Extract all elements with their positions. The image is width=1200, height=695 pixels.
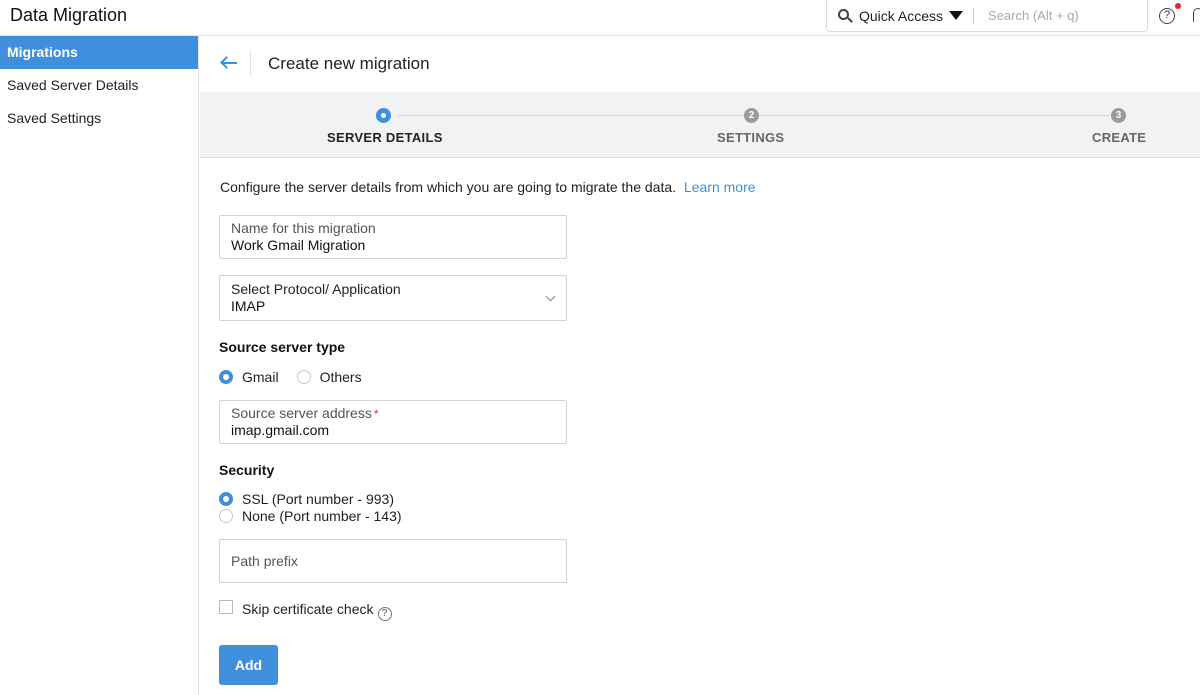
source-server-address-label-text: Source server address xyxy=(231,405,372,421)
radio-ssl-label[interactable]: SSL (Port number - 993) xyxy=(242,491,394,507)
radio-others[interactable] xyxy=(297,370,311,384)
security-title: Security xyxy=(219,462,274,478)
learn-more-link[interactable]: Learn more xyxy=(684,179,756,195)
help-icon[interactable]: ? xyxy=(378,607,392,621)
search-icon[interactable] xyxy=(837,8,853,24)
security-option-none: None (Port number - 143) xyxy=(219,508,402,524)
source-server-address-value[interactable]: imap.gmail.com xyxy=(231,422,329,438)
skip-certificate-checkbox[interactable] xyxy=(219,600,233,614)
help-icon[interactable]: ? xyxy=(1159,8,1175,24)
top-bar: Data Migration Quick Access ? xyxy=(0,0,1200,36)
quick-access-bar: Quick Access xyxy=(826,0,1148,32)
sidebar: Migrations Saved Server Details Saved Se… xyxy=(0,36,199,695)
sidebar-item-saved-settings[interactable]: Saved Settings xyxy=(0,102,198,135)
quick-access-label[interactable]: Quick Access xyxy=(859,8,943,24)
protocol-value[interactable]: IMAP xyxy=(231,298,265,314)
step-2-label: SETTINGS xyxy=(717,130,784,145)
chevron-down-icon[interactable] xyxy=(546,292,556,302)
migration-name-label: Name for this migration xyxy=(231,220,376,236)
path-prefix-field[interactable]: Path prefix xyxy=(219,539,567,583)
intro-text: Configure the server details from which … xyxy=(220,179,756,195)
radio-others-label[interactable]: Others xyxy=(320,369,362,385)
main-content: Create new migration SERVER DETAILS 2 SE… xyxy=(200,36,1200,695)
step-connector xyxy=(758,115,1110,116)
protocol-select[interactable]: Select Protocol/ Application IMAP xyxy=(219,275,567,321)
migration-name-value[interactable]: Work Gmail Migration xyxy=(231,237,365,253)
radio-ssl[interactable] xyxy=(219,492,233,506)
skip-certificate-text[interactable]: Skip certificate check xyxy=(242,601,374,617)
protocol-label: Select Protocol/ Application xyxy=(231,281,401,297)
add-button[interactable]: Add xyxy=(219,645,278,685)
step-1-label: SERVER DETAILS xyxy=(327,130,443,145)
caret-down-icon[interactable] xyxy=(949,11,963,20)
bell-icon[interactable] xyxy=(1193,8,1200,22)
radio-none-label[interactable]: None (Port number - 143) xyxy=(242,508,402,524)
radio-none[interactable] xyxy=(219,509,233,523)
page-title: Create new migration xyxy=(268,54,430,74)
step-3-label: CREATE xyxy=(1092,130,1146,145)
divider xyxy=(973,8,974,24)
migration-name-field[interactable]: Name for this migration Work Gmail Migra… xyxy=(219,215,567,259)
divider xyxy=(250,50,251,76)
stepper: SERVER DETAILS 2 SETTINGS 3 CREATE xyxy=(200,92,1200,158)
path-prefix-placeholder[interactable]: Path prefix xyxy=(231,553,298,569)
source-server-type-title: Source server type xyxy=(219,339,345,355)
step-2-indicator: 2 xyxy=(744,108,759,123)
source-server-address-field[interactable]: Source server address* imap.gmail.com xyxy=(219,400,567,444)
back-arrow-icon[interactable] xyxy=(220,54,238,72)
app-title: Data Migration xyxy=(10,5,127,26)
step-3-indicator: 3 xyxy=(1111,108,1126,123)
radio-gmail-label[interactable]: Gmail xyxy=(242,369,279,385)
skip-certificate-label[interactable]: Skip certificate check? xyxy=(242,601,392,621)
source-type-radio-group: Gmail Others xyxy=(219,369,362,385)
radio-gmail[interactable] xyxy=(219,370,233,384)
page-header: Create new migration xyxy=(200,36,1200,92)
source-server-address-label: Source server address* xyxy=(231,405,379,421)
global-search-input[interactable] xyxy=(988,8,1138,23)
security-option-ssl: SSL (Port number - 993) xyxy=(219,491,394,507)
step-1-indicator xyxy=(376,108,391,123)
sidebar-item-migrations[interactable]: Migrations xyxy=(0,36,198,69)
required-mark: * xyxy=(374,407,379,421)
step-connector xyxy=(398,115,750,116)
intro-description: Configure the server details from which … xyxy=(220,179,676,195)
sidebar-item-saved-server-details[interactable]: Saved Server Details xyxy=(0,69,198,102)
notification-dot-icon xyxy=(1175,3,1181,9)
